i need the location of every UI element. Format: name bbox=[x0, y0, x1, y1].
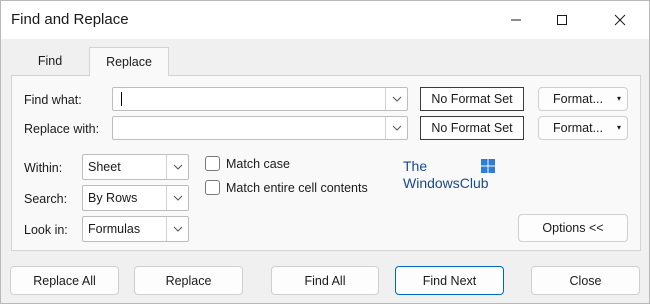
look-in-dropdown[interactable] bbox=[166, 217, 188, 241]
checkbox-box[interactable] bbox=[205, 180, 220, 195]
chevron-down-icon bbox=[173, 195, 182, 201]
replace-with-dropdown[interactable] bbox=[385, 117, 407, 139]
minimize-icon bbox=[511, 19, 521, 21]
find-what-label: Find what: bbox=[24, 93, 82, 107]
options-button[interactable]: Options << bbox=[518, 214, 628, 242]
find-all-button[interactable]: Find All bbox=[271, 266, 379, 295]
close-button[interactable]: Close bbox=[531, 266, 640, 295]
window-title: Find and Replace bbox=[11, 11, 129, 28]
close-window-button[interactable] bbox=[597, 1, 643, 39]
dropdown-arrow-icon: ▾ bbox=[616, 94, 621, 103]
find-format-preview: No Format Set bbox=[420, 87, 524, 111]
checkbox-box[interactable] bbox=[205, 156, 220, 171]
replace-with-label: Replace with: bbox=[24, 122, 100, 136]
replace-format-button[interactable]: Format... ▾ bbox=[538, 116, 628, 140]
replace-all-button[interactable]: Replace All bbox=[10, 266, 119, 295]
text-caret bbox=[121, 92, 122, 106]
replace-with-input[interactable] bbox=[112, 116, 408, 140]
search-label: Search: bbox=[24, 192, 68, 206]
find-what-input[interactable] bbox=[112, 87, 408, 111]
search-select[interactable]: By Rows bbox=[82, 185, 189, 211]
chevron-down-icon bbox=[392, 96, 401, 102]
minimize-button[interactable] bbox=[493, 1, 539, 39]
close-icon bbox=[614, 14, 626, 26]
chevron-down-icon bbox=[173, 164, 182, 170]
within-label: Within: bbox=[24, 161, 63, 175]
windows-logo-icon bbox=[481, 159, 495, 173]
watermark-line1: The bbox=[403, 158, 428, 174]
look-in-select[interactable]: Formulas bbox=[82, 216, 189, 242]
find-format-button[interactable]: Format... ▾ bbox=[538, 87, 628, 111]
find-what-dropdown[interactable] bbox=[385, 88, 407, 110]
within-dropdown[interactable] bbox=[166, 155, 188, 179]
look-in-label: Look in: bbox=[24, 223, 68, 237]
match-case-checkbox[interactable]: Match case bbox=[205, 156, 290, 171]
replace-format-preview: No Format Set bbox=[420, 116, 524, 140]
dropdown-arrow-icon: ▾ bbox=[616, 123, 621, 132]
chevron-down-icon bbox=[392, 125, 401, 131]
find-next-button[interactable]: Find Next bbox=[395, 266, 504, 295]
maximize-icon bbox=[557, 15, 567, 25]
maximize-button[interactable] bbox=[539, 1, 585, 39]
tab-replace[interactable]: Replace bbox=[89, 47, 169, 76]
search-dropdown[interactable] bbox=[166, 186, 188, 210]
chevron-down-icon bbox=[173, 226, 182, 232]
title-bar: Find and Replace bbox=[1, 1, 649, 39]
find-replace-dialog: Find and Replace Find Replace Find what:… bbox=[0, 0, 650, 304]
match-entire-cell-checkbox[interactable]: Match entire cell contents bbox=[205, 180, 368, 195]
replace-panel: Find what: No Format Set Format... ▾ Repl… bbox=[11, 75, 641, 251]
within-select[interactable]: Sheet bbox=[82, 154, 189, 180]
watermark-line2: WindowsClub bbox=[403, 175, 489, 191]
replace-button[interactable]: Replace bbox=[134, 266, 243, 295]
tab-find[interactable]: Find bbox=[11, 47, 89, 75]
watermark-logo: The WindowsClub bbox=[403, 158, 503, 192]
